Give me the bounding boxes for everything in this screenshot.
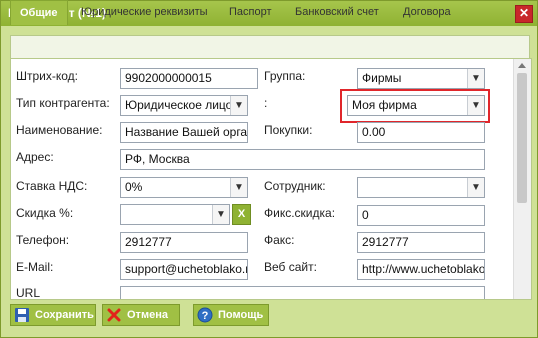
- tab-passport[interactable]: Паспорт: [229, 1, 272, 23]
- chevron-down-icon[interactable]: ▼: [467, 69, 484, 88]
- contractor-dialog: Контрагент (№1) ✕ Общие Юридические рекв…: [0, 0, 538, 338]
- group-value: Фирмы: [362, 71, 402, 85]
- clear-discount-button[interactable]: X: [232, 204, 251, 225]
- cancel-icon: [107, 308, 121, 322]
- website-input[interactable]: http://www.uchetoblako.ru: [357, 259, 485, 280]
- url-input[interactable]: [120, 286, 485, 299]
- fixed-discount-input[interactable]: 0: [357, 205, 485, 226]
- type-select[interactable]: Юридическое лицо ▼: [120, 95, 248, 116]
- purchases-label: Покупки:: [264, 123, 313, 137]
- scrollbar-thumb[interactable]: [517, 73, 527, 203]
- vat-select[interactable]: 0% ▼: [120, 177, 248, 198]
- address-label: Адрес:: [16, 150, 54, 164]
- phone-label: Телефон:: [16, 233, 70, 247]
- close-button[interactable]: ✕: [515, 5, 533, 23]
- form-panel: Штрих-код: 9902000000015 Группа: Фирмы ▼…: [10, 58, 532, 300]
- name-label: Наименование:: [16, 123, 103, 137]
- name-input[interactable]: Название Вашей организации: [120, 122, 248, 143]
- floppy-disk-icon: [15, 308, 29, 322]
- cancel-button-label: Отмена: [127, 309, 168, 321]
- chevron-down-icon[interactable]: ▼: [467, 96, 484, 115]
- chevron-down-icon[interactable]: ▼: [230, 178, 247, 197]
- save-button[interactable]: Сохранить: [10, 304, 96, 326]
- help-button[interactable]: ? Помощь: [193, 304, 269, 326]
- vat-label: Ставка НДС:: [16, 179, 88, 193]
- purchases-input[interactable]: 0.00: [357, 122, 485, 143]
- fixed-discount-label: Фикс.скидка:: [264, 206, 336, 220]
- website-label: Веб сайт:: [264, 260, 317, 274]
- my-company-select[interactable]: Моя фирма ▼: [347, 95, 485, 116]
- type-value: Юридическое лицо: [125, 98, 233, 112]
- fax-input[interactable]: 2912777: [357, 232, 485, 253]
- save-button-label: Сохранить: [35, 309, 94, 321]
- tab-contracts[interactable]: Договора: [403, 1, 451, 23]
- url-label: URL: [16, 286, 41, 300]
- scroll-up-icon[interactable]: [518, 63, 526, 68]
- discount-select[interactable]: ▼: [120, 204, 230, 225]
- colon-label: :: [264, 96, 268, 110]
- vat-value: 0%: [125, 180, 143, 194]
- type-label: Тип контрагента:: [16, 96, 110, 110]
- fax-label: Факс:: [264, 233, 295, 247]
- tab-legal-details[interactable]: Юридические реквизиты: [81, 1, 208, 23]
- email-label: E-Mail:: [16, 260, 54, 274]
- cancel-button[interactable]: Отмена: [102, 304, 180, 326]
- tab-bank-account[interactable]: Банковский счет: [295, 1, 379, 23]
- barcode-input[interactable]: 9902000000015: [120, 68, 258, 89]
- chevron-down-icon[interactable]: ▼: [467, 178, 484, 197]
- my-company-value: Моя фирма: [352, 98, 417, 112]
- phone-input[interactable]: 2912777: [120, 232, 248, 253]
- email-input[interactable]: support@uchetoblako.ru: [120, 259, 248, 280]
- tab-general[interactable]: Общие: [10, 0, 68, 25]
- chevron-down-icon[interactable]: ▼: [212, 205, 229, 224]
- group-label: Группа:: [264, 69, 306, 83]
- help-icon: ?: [197, 307, 213, 323]
- barcode-label: Штрих-код:: [16, 69, 78, 83]
- employee-select[interactable]: ▼: [357, 177, 485, 198]
- discount-label: Скидка %:: [16, 206, 74, 220]
- chevron-down-icon[interactable]: ▼: [230, 96, 247, 115]
- tab-strip: [10, 35, 530, 58]
- employee-label: Сотрудник:: [264, 179, 326, 193]
- address-input[interactable]: РФ, Москва: [120, 149, 485, 170]
- vertical-scrollbar[interactable]: [513, 59, 531, 299]
- group-select[interactable]: Фирмы ▼: [357, 68, 485, 89]
- help-button-label: Помощь: [218, 309, 264, 321]
- svg-text:?: ?: [202, 310, 209, 322]
